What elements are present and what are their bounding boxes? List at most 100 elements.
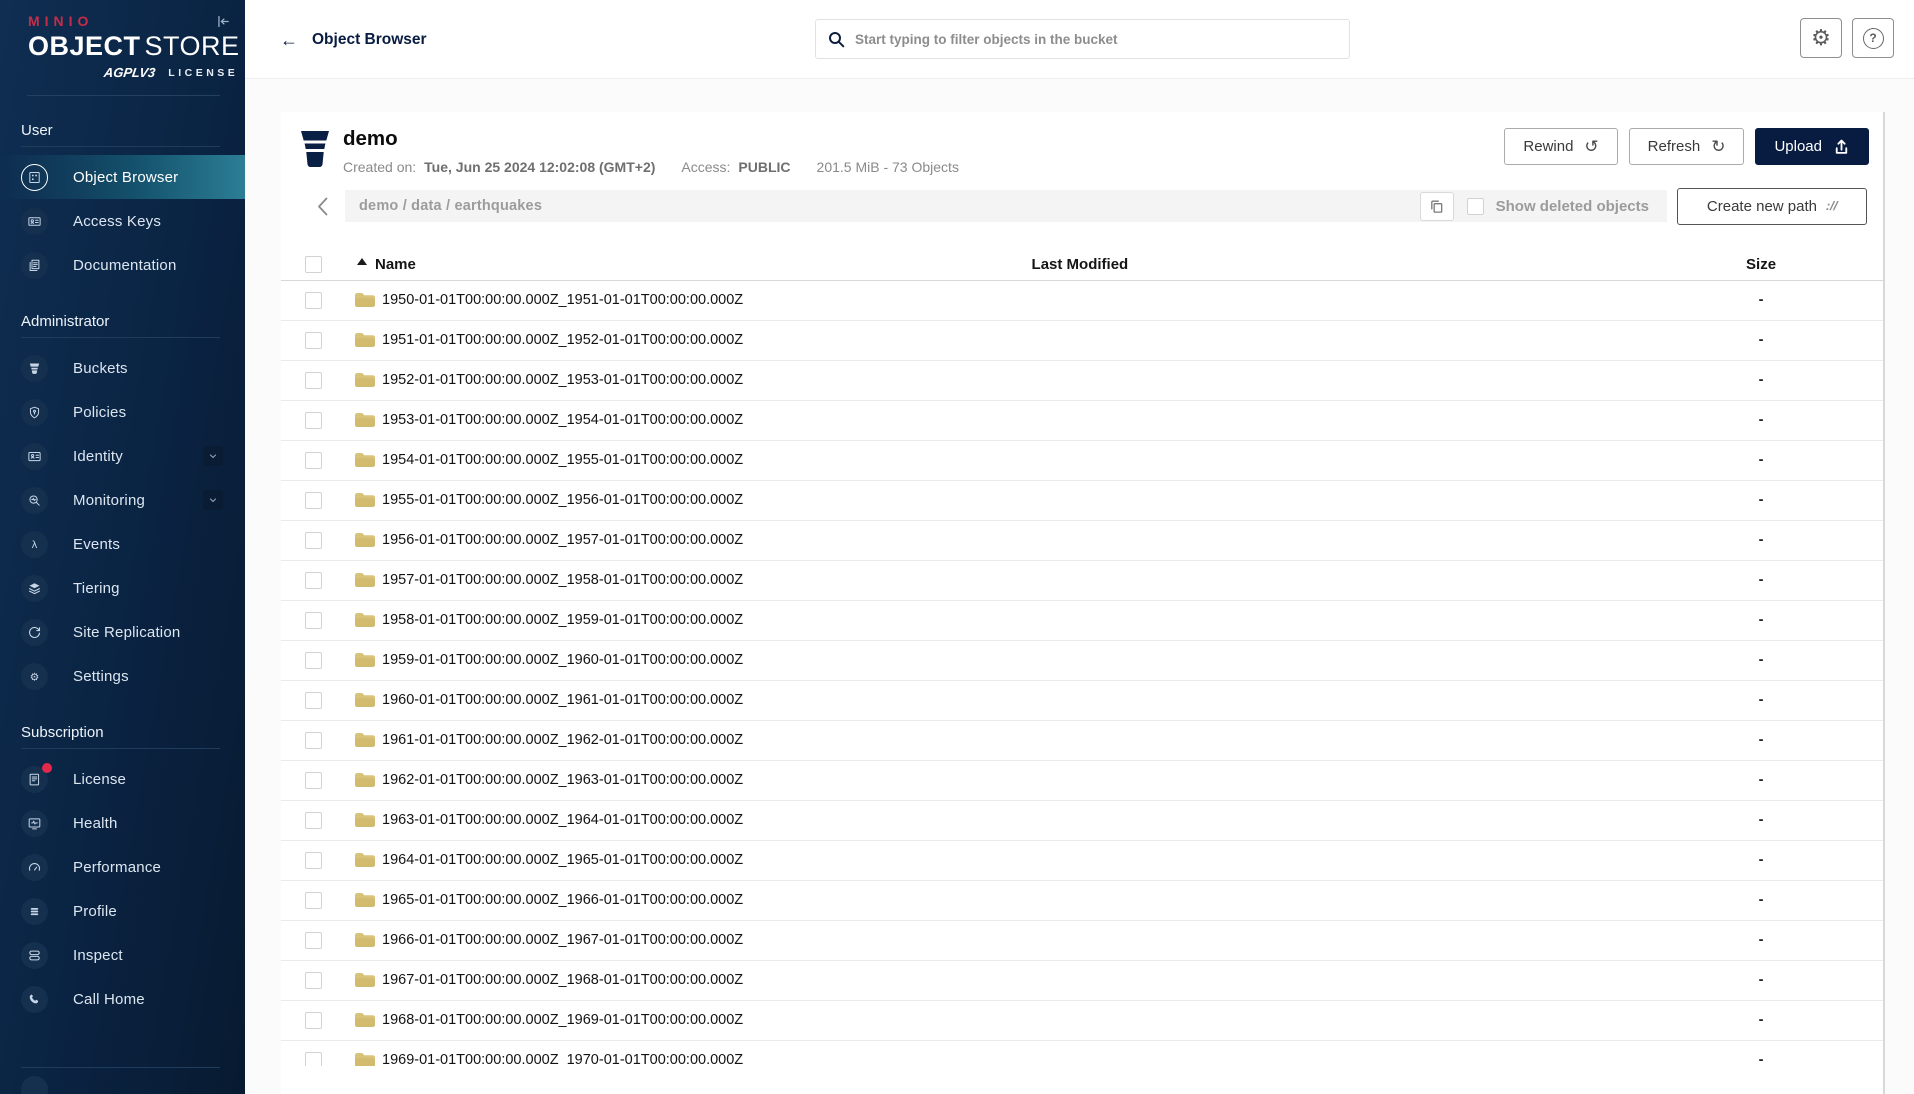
table-row[interactable]: 1950-01-01T00:00:00.000Z_1951-01-01T00:0… bbox=[281, 281, 1883, 321]
object-name[interactable]: 1966-01-01T00:00:00.000Z_1967-01-01T00:0… bbox=[382, 932, 1661, 948]
sidebar-item-access-keys[interactable]: Access Keys bbox=[0, 199, 245, 243]
sidebar-item-health[interactable]: Health bbox=[0, 801, 245, 845]
show-deleted-label[interactable]: Show deleted objects bbox=[1496, 198, 1649, 215]
table-row[interactable]: 1961-01-01T00:00:00.000Z_1962-01-01T00:0… bbox=[281, 721, 1883, 761]
row-checkbox[interactable] bbox=[305, 932, 322, 949]
object-name[interactable]: 1952-01-01T00:00:00.000Z_1953-01-01T00:0… bbox=[382, 372, 1661, 388]
row-checkbox[interactable] bbox=[305, 412, 322, 429]
object-name[interactable]: 1953-01-01T00:00:00.000Z_1954-01-01T00:0… bbox=[382, 412, 1661, 428]
object-name[interactable]: 1967-01-01T00:00:00.000Z_1968-01-01T00:0… bbox=[382, 972, 1661, 988]
sidebar-item-documentation[interactable]: Documentation bbox=[0, 243, 245, 287]
table-row[interactable]: 1959-01-01T00:00:00.000Z_1960-01-01T00:0… bbox=[281, 641, 1883, 681]
back-to-object-browser[interactable]: ← Object Browser bbox=[280, 0, 427, 79]
sidebar-item-partial[interactable] bbox=[21, 1076, 48, 1094]
sidebar-item-tiering[interactable]: Tiering bbox=[0, 566, 245, 610]
object-name[interactable]: 1957-01-01T00:00:00.000Z_1958-01-01T00:0… bbox=[382, 572, 1661, 588]
sidebar-item-label: Policies bbox=[73, 404, 126, 421]
row-checkbox[interactable] bbox=[305, 732, 322, 749]
table-row[interactable]: 1951-01-01T00:00:00.000Z_1952-01-01T00:0… bbox=[281, 321, 1883, 361]
table-row[interactable]: 1955-01-01T00:00:00.000Z_1956-01-01T00:0… bbox=[281, 481, 1883, 521]
row-checkbox[interactable] bbox=[305, 852, 322, 869]
show-deleted-checkbox[interactable] bbox=[1467, 198, 1484, 215]
object-name[interactable]: 1969-01-01T00:00:00.000Z_1970-01-01T00:0… bbox=[382, 1052, 1661, 1066]
table-row[interactable]: 1952-01-01T00:00:00.000Z_1953-01-01T00:0… bbox=[281, 361, 1883, 401]
sidebar-item-settings[interactable]: Settings bbox=[0, 654, 245, 698]
help-button[interactable]: ? bbox=[1852, 18, 1894, 58]
object-name[interactable]: 1951-01-01T00:00:00.000Z_1952-01-01T00:0… bbox=[382, 332, 1661, 348]
object-name[interactable]: 1960-01-01T00:00:00.000Z_1961-01-01T00:0… bbox=[382, 692, 1661, 708]
rewind-button[interactable]: Rewind ↺ bbox=[1504, 128, 1617, 165]
sidebar-item-inspect[interactable]: Inspect bbox=[0, 933, 245, 977]
table-row[interactable]: 1956-01-01T00:00:00.000Z_1957-01-01T00:0… bbox=[281, 521, 1883, 561]
sidebar-item-call-home[interactable]: Call Home bbox=[0, 977, 245, 1021]
row-checkbox[interactable] bbox=[305, 692, 322, 709]
object-name[interactable]: 1962-01-01T00:00:00.000Z_1963-01-01T00:0… bbox=[382, 772, 1661, 788]
sidebar-item-identity[interactable]: Identity bbox=[0, 434, 245, 478]
sidebar-item-buckets[interactable]: Buckets bbox=[0, 346, 245, 390]
table-row[interactable]: 1967-01-01T00:00:00.000Z_1968-01-01T00:0… bbox=[281, 961, 1883, 1001]
table-row[interactable]: 1958-01-01T00:00:00.000Z_1959-01-01T00:0… bbox=[281, 601, 1883, 641]
row-checkbox[interactable] bbox=[305, 572, 322, 589]
create-new-path-button[interactable]: Create new path :// bbox=[1677, 188, 1867, 225]
row-checkbox[interactable] bbox=[305, 1012, 322, 1029]
object-name[interactable]: 1958-01-01T00:00:00.000Z_1959-01-01T00:0… bbox=[382, 612, 1661, 628]
object-name[interactable]: 1950-01-01T00:00:00.000Z_1951-01-01T00:0… bbox=[382, 292, 1661, 308]
upload-button[interactable]: Upload bbox=[1755, 128, 1869, 165]
sidebar-item-site-replication[interactable]: Site Replication bbox=[0, 610, 245, 654]
select-all-checkbox[interactable] bbox=[305, 256, 322, 273]
sidebar-collapse-button[interactable] bbox=[211, 10, 233, 32]
nav-item-icon-circle bbox=[21, 663, 48, 690]
table-row[interactable]: 1957-01-01T00:00:00.000Z_1958-01-01T00:0… bbox=[281, 561, 1883, 601]
table-row[interactable]: 1966-01-01T00:00:00.000Z_1967-01-01T00:0… bbox=[281, 921, 1883, 961]
row-checkbox[interactable] bbox=[305, 332, 322, 349]
table-row[interactable]: 1965-01-01T00:00:00.000Z_1966-01-01T00:0… bbox=[281, 881, 1883, 921]
table-row[interactable]: 1969-01-01T00:00:00.000Z_1970-01-01T00:0… bbox=[281, 1041, 1883, 1066]
column-header-name[interactable]: Name bbox=[357, 256, 1032, 273]
sidebar-item-events[interactable]: Events bbox=[0, 522, 245, 566]
row-checkbox[interactable] bbox=[305, 1052, 322, 1066]
object-name[interactable]: 1956-01-01T00:00:00.000Z_1957-01-01T00:0… bbox=[382, 532, 1661, 548]
sidebar-item-object-browser[interactable]: Object Browser bbox=[0, 155, 245, 199]
search-input[interactable] bbox=[855, 20, 1349, 58]
row-checkbox[interactable] bbox=[305, 652, 322, 669]
object-name[interactable]: 1963-01-01T00:00:00.000Z_1964-01-01T00:0… bbox=[382, 812, 1661, 828]
row-checkbox[interactable] bbox=[305, 372, 322, 389]
copy-path-button[interactable] bbox=[1420, 192, 1454, 221]
object-name[interactable]: 1959-01-01T00:00:00.000Z_1960-01-01T00:0… bbox=[382, 652, 1661, 668]
table-row[interactable]: 1963-01-01T00:00:00.000Z_1964-01-01T00:0… bbox=[281, 801, 1883, 841]
row-checkbox[interactable] bbox=[305, 492, 322, 509]
table-row[interactable]: 1964-01-01T00:00:00.000Z_1965-01-01T00:0… bbox=[281, 841, 1883, 881]
sidebar-item-policies[interactable]: Policies bbox=[0, 390, 245, 434]
object-name[interactable]: 1964-01-01T00:00:00.000Z_1965-01-01T00:0… bbox=[382, 852, 1661, 868]
breadcrumb-bar: demo / data / earthquakes Show deleted o… bbox=[345, 190, 1667, 222]
table-row[interactable]: 1960-01-01T00:00:00.000Z_1961-01-01T00:0… bbox=[281, 681, 1883, 721]
object-name[interactable]: 1961-01-01T00:00:00.000Z_1962-01-01T00:0… bbox=[382, 732, 1661, 748]
object-name[interactable]: 1965-01-01T00:00:00.000Z_1966-01-01T00:0… bbox=[382, 892, 1661, 908]
row-checkbox[interactable] bbox=[305, 452, 322, 469]
chevron-down-icon[interactable] bbox=[203, 446, 223, 466]
row-checkbox[interactable] bbox=[305, 812, 322, 829]
sidebar-item-profile[interactable]: Profile bbox=[0, 889, 245, 933]
row-checkbox[interactable] bbox=[305, 892, 322, 909]
row-checkbox[interactable] bbox=[305, 292, 322, 309]
row-checkbox[interactable] bbox=[305, 532, 322, 549]
sidebar-item-license[interactable]: License bbox=[0, 757, 245, 801]
path-back-button[interactable] bbox=[300, 188, 345, 225]
sidebar-item-label: Performance bbox=[73, 859, 161, 876]
row-checkbox[interactable] bbox=[305, 972, 322, 989]
table-row[interactable]: 1968-01-01T00:00:00.000Z_1969-01-01T00:0… bbox=[281, 1001, 1883, 1041]
chevron-down-icon[interactable] bbox=[203, 490, 223, 510]
sidebar-item-monitoring[interactable]: Monitoring bbox=[0, 478, 245, 522]
settings-button[interactable]: ⚙ bbox=[1800, 18, 1842, 58]
table-row[interactable]: 1954-01-01T00:00:00.000Z_1955-01-01T00:0… bbox=[281, 441, 1883, 481]
object-name[interactable]: 1968-01-01T00:00:00.000Z_1969-01-01T00:0… bbox=[382, 1012, 1661, 1028]
row-checkbox[interactable] bbox=[305, 772, 322, 789]
refresh-button[interactable]: Refresh ↻ bbox=[1629, 128, 1745, 165]
table-row[interactable]: 1953-01-01T00:00:00.000Z_1954-01-01T00:0… bbox=[281, 401, 1883, 441]
object-name[interactable]: 1954-01-01T00:00:00.000Z_1955-01-01T00:0… bbox=[382, 452, 1661, 468]
object-name[interactable]: 1955-01-01T00:00:00.000Z_1956-01-01T00:0… bbox=[382, 492, 1661, 508]
divider bbox=[27, 95, 220, 96]
row-checkbox[interactable] bbox=[305, 612, 322, 629]
sidebar-item-performance[interactable]: Performance bbox=[0, 845, 245, 889]
table-row[interactable]: 1962-01-01T00:00:00.000Z_1963-01-01T00:0… bbox=[281, 761, 1883, 801]
